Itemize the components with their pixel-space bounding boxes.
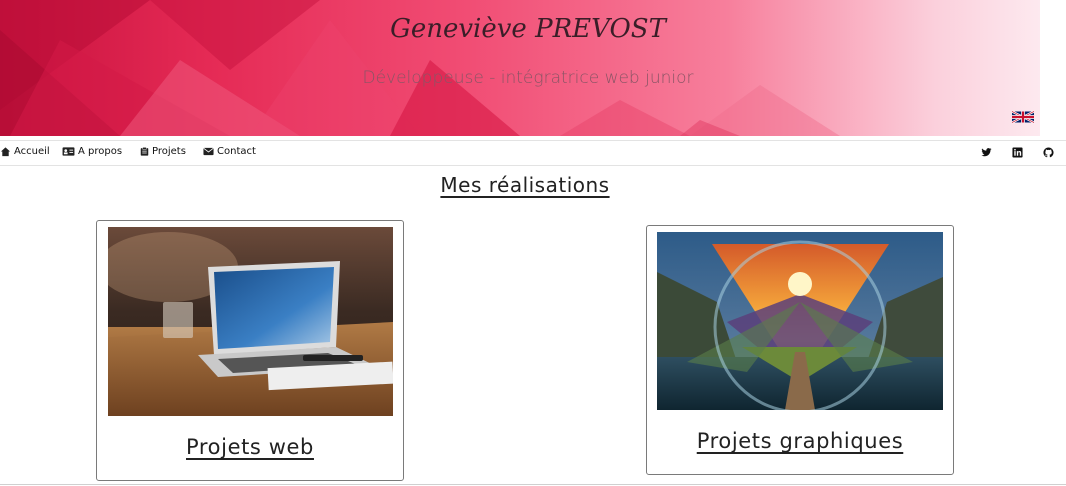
github-icon[interactable]: [1043, 147, 1054, 158]
home-icon: [0, 147, 11, 157]
site-subtitle: Développeuse - intégratrice web junior: [362, 68, 694, 88]
nav-item-accueil[interactable]: Accueil: [0, 146, 50, 157]
card-projets-web[interactable]: Projets web: [96, 220, 404, 481]
card-projets-graphiques[interactable]: Projets graphiques: [646, 225, 954, 475]
card-label-projets-web[interactable]: Projets web: [97, 435, 403, 459]
clipboard-icon: [140, 147, 149, 156]
id-card-icon: [62, 147, 75, 156]
sunset-triangle-artwork: [657, 232, 943, 410]
envelope-icon: [203, 147, 214, 156]
uk-flag-icon[interactable]: [1012, 110, 1034, 124]
laptop-photo: [108, 227, 393, 416]
twitter-icon[interactable]: [981, 147, 992, 158]
nav-label-accueil: Accueil: [14, 146, 50, 157]
site-title: Geneviève PREVOST: [390, 14, 666, 44]
nav-item-contact[interactable]: Contact: [203, 146, 256, 157]
nav-label-a-propos: A propos: [78, 146, 123, 157]
bottom-divider: [0, 484, 1066, 485]
card-label-projets-graphiques[interactable]: Projets graphiques: [647, 429, 953, 453]
nav-label-projets: Projets: [152, 146, 186, 157]
nav-item-a-propos[interactable]: A propos: [62, 146, 122, 157]
linkedin-icon[interactable]: [1012, 147, 1023, 158]
nav-item-projets[interactable]: Projets: [140, 146, 186, 157]
nav-label-contact: Contact: [217, 146, 256, 157]
section-title: Mes réalisations: [440, 173, 610, 197]
header-banner: Geneviève PREVOST Développeuse - intégra…: [0, 0, 1040, 136]
main-navbar: Accueil A propos Projets Contact: [0, 140, 1066, 166]
